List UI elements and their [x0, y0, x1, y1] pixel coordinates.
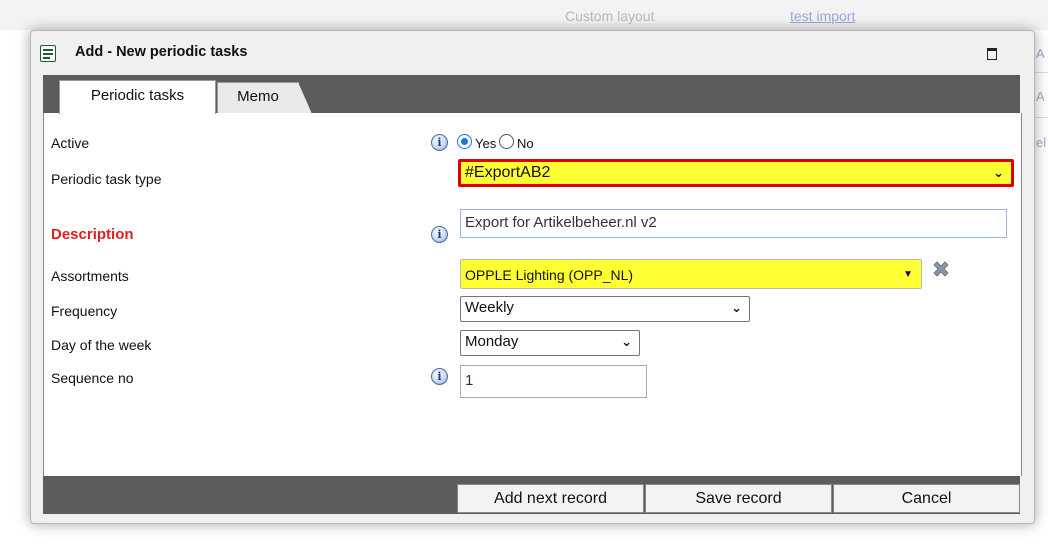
info-icon[interactable]: i	[431, 134, 448, 151]
sequence-label: Sequence no	[51, 370, 134, 386]
assortments-select[interactable]: OPPLE Lighting (OPP_NL) ▼	[460, 259, 922, 289]
task-type-select[interactable]: #ExportAB2 ⌄	[458, 159, 1014, 187]
form-panel: Active i Yes No Periodic task type #Expo…	[43, 113, 1022, 476]
dialog-footer: Add next record Save record Cancel	[43, 476, 1020, 514]
assortments-label: Assortments	[51, 268, 129, 284]
dialog-title: Add - New periodic tasks	[75, 44, 248, 60]
sequence-input[interactable]: 1	[460, 365, 647, 398]
maximize-icon[interactable]	[987, 48, 997, 60]
day-of-week-label: Day of the week	[51, 337, 152, 353]
active-no-label: No	[517, 136, 534, 151]
info-icon[interactable]: i	[431, 226, 448, 243]
background-edge-link[interactable]: A	[1036, 89, 1048, 104]
tab-memo[interactable]: Memo	[217, 82, 312, 114]
chevron-down-icon: ⌄	[993, 165, 1004, 180]
frequency-value: Weekly	[465, 299, 514, 316]
dropdown-arrow-icon: ▼	[903, 269, 913, 280]
active-yes-radio[interactable]	[457, 134, 472, 149]
background-test-import-link[interactable]: test import	[790, 8, 855, 24]
dialog-titlebar[interactable]: Add - New periodic tasks	[31, 31, 1034, 75]
background-edge-link[interactable]: A	[1036, 46, 1048, 61]
chevron-down-icon: ⌄	[731, 300, 742, 315]
cancel-button[interactable]: Cancel	[833, 484, 1020, 513]
form-icon	[40, 45, 56, 62]
info-icon[interactable]: i	[431, 368, 448, 385]
background-header	[0, 0, 1048, 30]
background-edge-link[interactable]: el	[1036, 135, 1048, 150]
day-of-week-select[interactable]: Monday ⌄	[460, 330, 640, 356]
description-label: Description	[51, 226, 134, 243]
active-yes-label: Yes	[475, 136, 497, 151]
task-type-value: #ExportAB2	[465, 164, 551, 181]
assortments-value: OPPLE Lighting (OPP_NL)	[465, 267, 634, 283]
save-record-button[interactable]: Save record	[645, 484, 832, 513]
background-custom-layout: Custom layout	[565, 8, 655, 24]
remove-x-icon[interactable]	[931, 259, 951, 279]
tab-periodic-tasks[interactable]: Periodic tasks	[59, 80, 216, 114]
add-next-record-button[interactable]: Add next record	[457, 484, 644, 513]
task-type-label: Periodic task type	[51, 171, 162, 187]
active-no-radio[interactable]	[499, 134, 514, 149]
periodic-task-dialog: Add - New periodic tasks Periodic tasks …	[30, 30, 1035, 524]
frequency-select[interactable]: Weekly ⌄	[460, 296, 750, 322]
day-of-week-value: Monday	[465, 333, 519, 350]
tab-strip: Periodic tasks Memo	[43, 75, 1020, 114]
frequency-label: Frequency	[51, 303, 118, 319]
chevron-down-icon: ⌄	[621, 334, 632, 349]
active-label: Active	[51, 135, 90, 151]
description-input[interactable]: Export for Artikelbeheer.nl v2	[460, 209, 1007, 238]
